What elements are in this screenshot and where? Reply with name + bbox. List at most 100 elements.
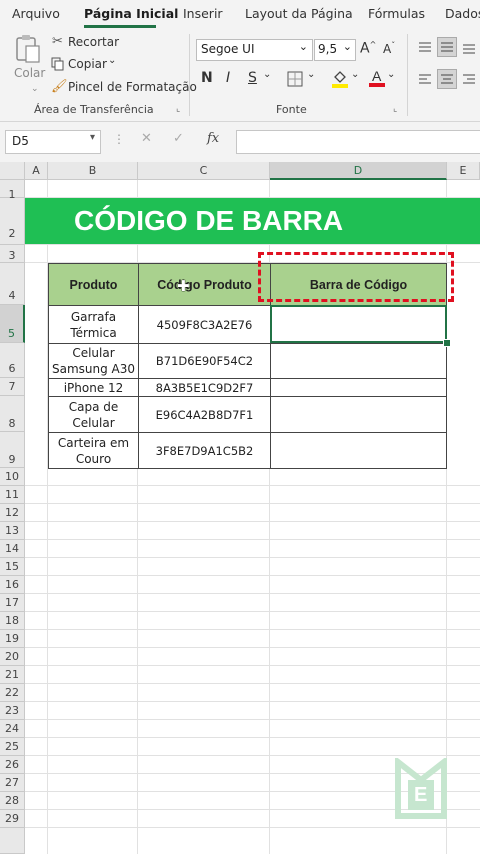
table-cell[interactable] bbox=[270, 343, 447, 379]
confirm-icon[interactable]: ✓ bbox=[173, 131, 184, 146]
row-header[interactable]: 15 bbox=[0, 558, 25, 576]
table-cell[interactable]: Garrafa Térmica bbox=[48, 305, 139, 344]
row-header[interactable]: 5 bbox=[0, 305, 25, 343]
name-box[interactable]: D5 ▾ bbox=[5, 130, 101, 154]
copy-button[interactable]: Copiar bbox=[68, 57, 107, 71]
row-header[interactable]: 17 bbox=[0, 594, 25, 612]
row-header[interactable]: 13 bbox=[0, 522, 25, 540]
table-cell[interactable]: Carteira em Couro bbox=[48, 432, 139, 469]
paste-icon[interactable] bbox=[14, 34, 42, 64]
table-cell[interactable]: B71D6E90F54C2 bbox=[138, 343, 271, 379]
tab-pagina-inicial[interactable]: Página Inicial bbox=[84, 6, 178, 21]
tab-arquivo[interactable]: Arquivo bbox=[12, 6, 60, 21]
column-header-c[interactable]: C bbox=[138, 162, 270, 180]
chevron-down-icon[interactable]: ⌄ bbox=[31, 84, 39, 94]
gridline bbox=[25, 244, 480, 245]
align-bottom-icon[interactable] bbox=[462, 40, 476, 59]
select-all-corner[interactable] bbox=[0, 162, 25, 180]
row-header[interactable]: 28 bbox=[0, 792, 25, 810]
row-header[interactable]: 16 bbox=[0, 576, 25, 594]
active-cell-selection[interactable] bbox=[270, 305, 447, 343]
fill-color-icon[interactable] bbox=[331, 69, 349, 93]
column-header-a[interactable]: A bbox=[25, 162, 48, 180]
bold-button[interactable]: N bbox=[201, 70, 213, 86]
row-header[interactable]: 8 bbox=[0, 396, 25, 432]
row-header[interactable]: 12 bbox=[0, 504, 25, 522]
row-header[interactable]: 10 bbox=[0, 468, 25, 486]
underline-button[interactable]: S bbox=[248, 70, 257, 86]
dialog-launcher-icon[interactable]: ⌞ bbox=[393, 104, 397, 114]
font-color-icon[interactable]: A bbox=[368, 68, 386, 92]
dialog-launcher-icon[interactable]: ⌞ bbox=[176, 104, 180, 114]
column-header-b[interactable]: B bbox=[48, 162, 138, 180]
tab-dados[interactable]: Dados bbox=[445, 6, 480, 21]
table-cell[interactable]: 8A3B5E1C9D2F7 bbox=[138, 378, 271, 397]
italic-button[interactable]: I bbox=[226, 70, 230, 86]
row-header[interactable]: 27 bbox=[0, 774, 25, 792]
row-header[interactable]: 25 bbox=[0, 738, 25, 756]
table-cell[interactable] bbox=[270, 432, 447, 469]
row-header[interactable]: 29 bbox=[0, 810, 25, 828]
table-cell[interactable]: 3F8E7D9A1C5B2 bbox=[138, 432, 271, 469]
row-header[interactable]: 14 bbox=[0, 540, 25, 558]
row-header[interactable]: 7 bbox=[0, 378, 25, 396]
table-cell[interactable]: Capa de Celular bbox=[48, 396, 139, 433]
table-cell[interactable]: 4509F8C3A2E76 bbox=[138, 305, 271, 344]
table-cell[interactable]: E96C4A2B8D7F1 bbox=[138, 396, 271, 433]
formula-input[interactable] bbox=[236, 130, 480, 154]
tab-layout[interactable]: Layout da Página bbox=[245, 6, 353, 21]
column-header-d[interactable]: D bbox=[270, 162, 447, 180]
row-header[interactable]: 2 bbox=[0, 198, 25, 245]
borders-chevron-icon[interactable]: ⌄ bbox=[307, 69, 315, 80]
format-painter-button[interactable]: Pincel de Formatação bbox=[68, 80, 197, 94]
align-left-icon[interactable] bbox=[418, 72, 432, 91]
grow-font-icon[interactable]: A^ bbox=[360, 40, 376, 57]
row-header[interactable]: 4 bbox=[0, 263, 25, 305]
row-header[interactable]: 11 bbox=[0, 486, 25, 504]
paste-button[interactable]: Colar bbox=[14, 66, 45, 80]
copy-chevron-icon[interactable]: ⌄ bbox=[108, 55, 116, 66]
table-header-produto[interactable]: Produto bbox=[48, 263, 139, 306]
align-center-icon[interactable] bbox=[437, 69, 457, 89]
font-color-chevron-icon[interactable]: ⌄ bbox=[387, 69, 395, 80]
insert-function-button[interactable]: fx bbox=[207, 131, 219, 146]
row-header[interactable]: 3 bbox=[0, 245, 25, 263]
row-header[interactable]: 24 bbox=[0, 720, 25, 738]
watermark-logo-letter: E bbox=[414, 784, 428, 806]
shrink-font-icon[interactable]: Aˇ bbox=[383, 41, 395, 56]
worksheet-grid[interactable]: A B C D E 1 2 3 4 5 6 7 8 9 10 11 12 13 … bbox=[0, 162, 480, 854]
fill-chevron-icon[interactable]: ⌄ bbox=[351, 69, 359, 80]
gridline bbox=[25, 701, 480, 702]
row-header[interactable]: 21 bbox=[0, 666, 25, 684]
row-header[interactable]: 19 bbox=[0, 630, 25, 648]
row-header[interactable]: 26 bbox=[0, 756, 25, 774]
row-header[interactable]: 18 bbox=[0, 612, 25, 630]
table-cell[interactable] bbox=[270, 396, 447, 433]
row-header[interactable]: 6 bbox=[0, 343, 25, 378]
cancel-icon[interactable]: ✕ bbox=[141, 131, 152, 146]
table-header-codigo[interactable]: Código Produto bbox=[138, 263, 271, 306]
fill-handle[interactable] bbox=[443, 339, 451, 347]
font-size-select[interactable]: 9,5 ⌄ bbox=[314, 39, 356, 61]
borders-icon[interactable] bbox=[287, 71, 303, 91]
align-top-icon[interactable] bbox=[418, 40, 432, 59]
row-header[interactable]: 20 bbox=[0, 648, 25, 666]
gridline bbox=[25, 683, 480, 684]
tab-formulas[interactable]: Fórmulas bbox=[368, 6, 425, 21]
row-header[interactable]: 23 bbox=[0, 702, 25, 720]
cut-button[interactable]: Recortar bbox=[68, 35, 119, 49]
row-header[interactable]: 22 bbox=[0, 684, 25, 702]
tab-inserir[interactable]: Inserir bbox=[183, 6, 223, 21]
table-cell[interactable] bbox=[270, 378, 447, 397]
gridline bbox=[25, 593, 480, 594]
table-cell[interactable]: Celular Samsung A30 bbox=[48, 343, 139, 379]
gridline bbox=[25, 827, 480, 828]
row-header[interactable]: 1 bbox=[0, 180, 25, 201]
font-name-select[interactable]: Segoe UI ⌄ bbox=[196, 39, 313, 61]
row-header[interactable]: 9 bbox=[0, 432, 25, 468]
table-cell[interactable]: iPhone 12 bbox=[48, 378, 139, 397]
column-header-e[interactable]: E bbox=[447, 162, 480, 180]
align-middle-icon[interactable] bbox=[437, 37, 457, 57]
align-right-icon[interactable] bbox=[462, 72, 476, 91]
underline-chevron-icon[interactable]: ⌄ bbox=[263, 69, 271, 80]
